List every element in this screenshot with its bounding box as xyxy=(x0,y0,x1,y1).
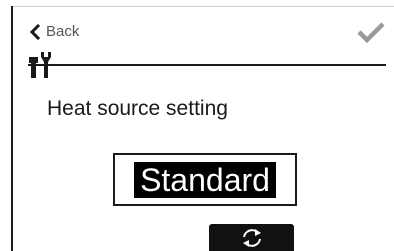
checkmark-icon xyxy=(356,20,386,46)
frame-top-edge xyxy=(11,6,394,7)
back-button[interactable]: Back xyxy=(30,20,79,44)
chevron-left-icon xyxy=(30,24,40,40)
page-title: Heat source setting xyxy=(47,97,228,120)
selected-value: Standard xyxy=(134,161,276,198)
refresh-icon xyxy=(240,227,264,249)
back-label: Back xyxy=(46,23,80,40)
frame-left-edge xyxy=(11,6,13,251)
confirm-button[interactable] xyxy=(356,20,386,46)
change-value-button[interactable] xyxy=(209,224,294,251)
heat-source-value-selector[interactable]: Standard xyxy=(113,153,297,206)
header-divider xyxy=(28,64,386,66)
heat-source-setting-screen: Back Heat source setting Standard xyxy=(0,0,394,251)
